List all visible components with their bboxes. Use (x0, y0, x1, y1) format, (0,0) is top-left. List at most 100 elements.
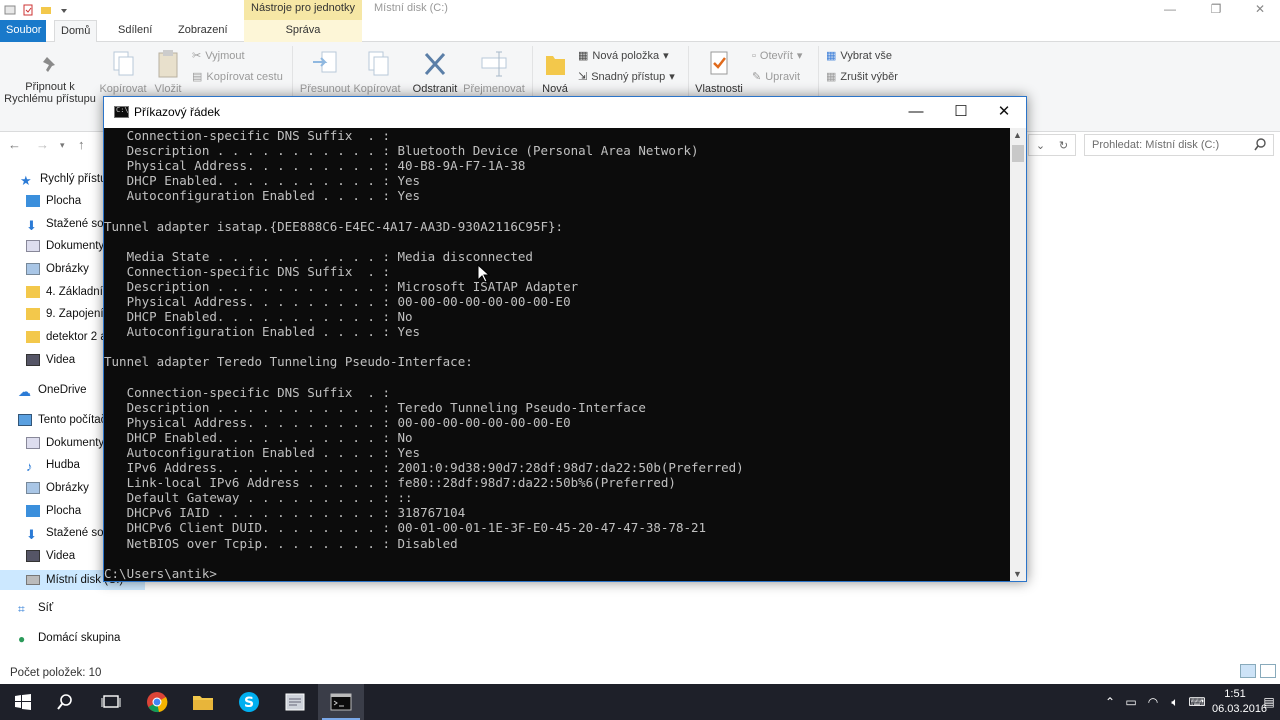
new-folder-qat-icon[interactable] (40, 4, 52, 16)
nav-pc-downloads[interactable]: ⬇ Stažené soubory (26, 527, 104, 539)
new-folder-icon (546, 56, 565, 75)
tab-manage[interactable]: Správa (244, 20, 362, 42)
nav-item-videos[interactable]: Videa (26, 354, 104, 366)
scroll-down-arrow-icon[interactable]: ▼ (1013, 569, 1022, 579)
start-button[interactable] (0, 684, 46, 720)
new-item-button[interactable]: ▦ Nová položka ▾ (578, 49, 669, 63)
scrollbar-thumb[interactable] (1012, 145, 1024, 162)
details-view-icon[interactable] (1240, 664, 1256, 678)
console-output[interactable]: Connection-specific DNS Suffix . : Descr… (104, 128, 1010, 581)
copy-button[interactable]: Kopírovat (98, 48, 148, 95)
nav-item-label: Obrázky (46, 482, 89, 494)
notepad-taskbar-button[interactable] (272, 684, 318, 720)
cmd-title-bar[interactable]: Příkazový řádek — ☐ ✕ (104, 97, 1026, 128)
copy-path-button[interactable]: ▤ Kopírovat cestu (192, 70, 283, 84)
open-button[interactable]: ▫ Otevřít ▾ (752, 49, 802, 63)
rename-button[interactable]: Přejmenovat (462, 48, 526, 95)
console-scrollbar[interactable]: ▲ ▼ (1010, 128, 1026, 581)
nav-item-desktop[interactable]: Plocha (26, 195, 104, 207)
volume-icon[interactable]: 🔈︎ (1164, 695, 1186, 710)
nav-this-pc[interactable]: Tento počítač (18, 414, 104, 426)
new-folder-button[interactable]: Nová (538, 48, 572, 95)
console-line: DHCP Enabled. . . . . . . . . . . : No (104, 309, 413, 325)
desktop-icon (26, 195, 40, 207)
cmd-maximize-button[interactable]: ☐ (939, 97, 983, 128)
nav-pc-pictures[interactable]: Obrázky (26, 482, 104, 494)
maximize-button[interactable]: ❐ (1196, 0, 1236, 20)
cloud-icon: ☁ (18, 384, 31, 396)
nav-item-downloads[interactable]: ⬇ Stažené soubory (26, 218, 104, 230)
paste-button[interactable]: Vložit (150, 48, 186, 95)
nav-quick-access[interactable]: ★ Rychlý přístup (20, 173, 104, 185)
properties-button[interactable]: Vlastnosti (692, 48, 746, 95)
app-menu-icon[interactable] (4, 4, 16, 16)
select-none-button[interactable]: ▦ Zrušit výběr (826, 70, 898, 84)
tab-file[interactable]: Soubor (0, 20, 46, 42)
battery-power-icon[interactable]: ▭ (1120, 695, 1142, 709)
cmd-app-icon[interactable] (114, 106, 129, 118)
scroll-up-arrow-icon[interactable]: ▲ (1013, 130, 1022, 140)
wifi-icon[interactable]: ◠ (1142, 695, 1164, 709)
search-button[interactable] (42, 684, 88, 720)
keyboard-icon[interactable]: ⌨ (1186, 695, 1208, 709)
customize-qat-icon[interactable] (58, 4, 70, 16)
edit-button[interactable]: ✎ Upravit (752, 70, 800, 84)
nav-item-documents[interactable]: Dokumenty (26, 240, 104, 252)
copy-to-button[interactable]: Kopírovat (352, 48, 402, 95)
show-hidden-icons-chevron-icon[interactable]: ⌃ (1100, 695, 1120, 709)
cmd-minimize-button[interactable]: — (894, 97, 938, 128)
action-center-icon[interactable]: ▤ (1262, 688, 1276, 716)
nav-network[interactable]: ⌗ Síť (18, 602, 104, 614)
cut-button[interactable]: ✂ Vyjmout (192, 49, 245, 63)
nav-item-folder-detektor[interactable]: detektor 2 a (26, 331, 104, 343)
cmd-taskbar-button[interactable] (318, 684, 364, 720)
nav-pc-videos[interactable]: Videa (26, 550, 104, 562)
pictures-icon (26, 482, 40, 494)
console-line: Description . . . . . . . . . . . : Blue… (104, 143, 699, 159)
delete-button[interactable]: Odstranit (410, 48, 460, 95)
select-none-label: Zrušit výběr (840, 70, 898, 83)
pin-quick-access-button[interactable]: Připnout k Rychlému přístupu (2, 54, 98, 105)
tab-share[interactable]: Sdílení (112, 20, 158, 42)
window-title: Místní disk (C:) (374, 2, 448, 14)
easy-access-button[interactable]: ⇲ Snadný přístup ▾ (578, 70, 675, 84)
nav-pc-music[interactable]: ♪ Hudba (26, 459, 104, 471)
minimize-button[interactable]: — (1150, 0, 1190, 20)
file-explorer-taskbar-button[interactable] (180, 684, 226, 720)
recent-locations-icon[interactable]: ▾ (60, 140, 65, 151)
cmd-close-button[interactable]: ✕ (982, 97, 1026, 128)
nav-pc-documents[interactable]: Dokumenty (26, 437, 104, 449)
tab-home[interactable]: Domů (54, 20, 98, 42)
select-all-button[interactable]: ▦ Vybrat vše (826, 49, 892, 63)
task-view-button[interactable] (88, 684, 134, 720)
up-arrow-icon[interactable]: ↑ (78, 137, 85, 152)
nav-item-label: detektor 2 a (46, 331, 104, 343)
nav-pc-desktop[interactable]: Plocha (26, 505, 104, 517)
nav-item-label: Videa (46, 354, 76, 366)
videos-icon (26, 550, 40, 562)
skype-taskbar-button[interactable]: S (226, 684, 272, 720)
nav-homegroup[interactable]: ● Domácí skupina (18, 632, 138, 644)
nav-item-label: Hudba (46, 459, 80, 471)
clock[interactable]: 1:51 06.03.2016 (1212, 687, 1267, 717)
command-prompt-window[interactable]: Příkazový řádek — ☐ ✕ Connection-specifi… (103, 96, 1027, 582)
console-line: DHCP Enabled. . . . . . . . . . . : Yes (104, 173, 421, 189)
nav-item-pictures[interactable]: Obrázky (26, 263, 104, 275)
search-input[interactable]: Prohledat: Místní disk (C:) (1084, 134, 1274, 156)
nav-item-folder-9[interactable]: 9. Zapojení (26, 308, 104, 320)
close-button[interactable]: ✕ (1240, 0, 1280, 20)
forward-arrow-icon[interactable]: → (36, 137, 49, 152)
refresh-icon[interactable]: ↻ (1059, 139, 1068, 152)
new-item-label: Nová položka (592, 49, 660, 62)
move-to-button[interactable]: Přesunout (298, 48, 352, 95)
console-line: DHCP Enabled. . . . . . . . . . . : No (104, 429, 413, 445)
properties-qat-icon[interactable] (22, 4, 34, 16)
copy-to-icon (368, 51, 389, 76)
chrome-taskbar-button[interactable] (134, 684, 180, 720)
back-arrow-icon[interactable]: ← (8, 137, 21, 152)
nav-item-folder-4[interactable]: 4. Základní (26, 286, 104, 298)
tab-view[interactable]: Zobrazení (172, 20, 234, 42)
large-icons-view-icon[interactable] (1260, 664, 1276, 678)
address-dropdown-icon[interactable]: ⌄ (1036, 139, 1045, 152)
nav-onedrive[interactable]: ☁ OneDrive (18, 384, 104, 396)
